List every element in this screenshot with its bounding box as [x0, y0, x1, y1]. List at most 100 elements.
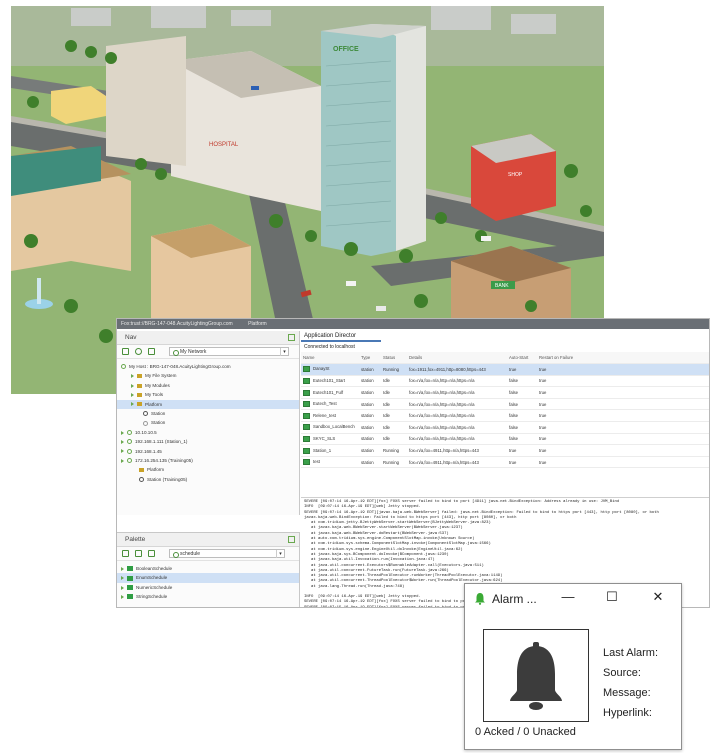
- tree-node-station[interactable]: Station (Training05): [117, 475, 299, 484]
- alarm-titlebar[interactable]: Alarm ... — ☐ ✕: [465, 584, 681, 614]
- table-row[interactable]: Station_1 station Running fox=n/a,fox=4911,…: [301, 444, 709, 457]
- composite-screen: HOSPITAL OFFICE SHOP BANK Fox:trust://BR…: [0, 0, 710, 753]
- expand-icon[interactable]: [121, 594, 124, 599]
- chevron-down-icon[interactable]: ▾: [276, 550, 284, 558]
- cell-restart: true: [537, 363, 709, 376]
- cell-status: Idle: [381, 398, 407, 411]
- table-row[interactable]: Sandbox_LocalBench station Idle fox=n/a,fox…: [301, 421, 709, 434]
- col-auto-start[interactable]: Auto-Start: [507, 352, 537, 365]
- palette-item[interactable]: NumericSchedule: [117, 583, 299, 592]
- tree-node-station[interactable]: Station: [117, 418, 299, 427]
- station-app-icon: [303, 389, 310, 396]
- station-icon: [143, 411, 148, 417]
- col-restart[interactable]: Restart on Failure: [537, 352, 709, 365]
- expand-icon[interactable]: [131, 392, 134, 397]
- expand-icon[interactable]: [131, 402, 134, 407]
- cell-restart: true: [537, 375, 709, 388]
- col-name[interactable]: Name: [301, 352, 359, 365]
- station-app-icon: [303, 366, 310, 373]
- palette-options-icon[interactable]: [148, 550, 155, 557]
- expand-icon[interactable]: [121, 576, 124, 581]
- cell-auto-start: false: [507, 421, 537, 434]
- maximize-button[interactable]: ☐: [603, 589, 621, 605]
- station-app-icon: [303, 459, 310, 466]
- home-icon[interactable]: [148, 348, 155, 355]
- palette-item[interactable]: StringSchedule: [117, 592, 299, 601]
- alarm-bell-panel[interactable]: [483, 629, 589, 722]
- cell-status: Running: [381, 456, 407, 469]
- cell-auto-start: false: [507, 433, 537, 446]
- col-details[interactable]: Details: [407, 352, 507, 365]
- palette-select[interactable]: schedule ▾: [169, 549, 285, 558]
- table-row[interactable]: DanaySt station Running fox=1911,fox=4911,h…: [301, 363, 709, 376]
- palette-item[interactable]: EnumSchedule: [117, 573, 299, 583]
- chevron-down-icon[interactable]: ▾: [280, 348, 288, 356]
- tree-node-host[interactable]: 10.10.10.5: [117, 428, 299, 437]
- minimize-button[interactable]: —: [559, 589, 577, 604]
- table-row[interactable]: Eutech101_Start station Idle fox=n/a,fox=n/…: [301, 375, 709, 388]
- expand-icon[interactable]: [121, 449, 124, 454]
- expand-icon[interactable]: [131, 383, 134, 388]
- maximize-sidebar-icon[interactable]: [288, 334, 295, 341]
- palette-select-value: schedule: [180, 551, 201, 557]
- tree-node-platform[interactable]: Platform: [117, 399, 299, 409]
- table-row[interactable]: Eutech_Test station Idle fox=n/a,fox=n/a,ht…: [301, 398, 709, 411]
- table-row[interactable]: SKYC_SLS station Idle fox=n/a,fox=n/a,http=…: [301, 433, 709, 446]
- cell-type: station: [359, 363, 381, 376]
- expand-icon[interactable]: [131, 374, 134, 379]
- expand-icon[interactable]: [121, 458, 124, 463]
- palette-item[interactable]: BooleanSchedule: [117, 564, 299, 573]
- tree-node-platform[interactable]: Platform: [117, 465, 299, 474]
- nav-toolbar: My Network ▾: [117, 345, 299, 359]
- schedule-icon: [127, 594, 133, 600]
- palette-sidebar: Palette schedule ▾ BooleanSchedule EnumS…: [117, 532, 300, 607]
- expand-icon[interactable]: [121, 585, 124, 590]
- schedule-icon: [127, 566, 133, 572]
- tree-node-file-system[interactable]: My File System: [117, 371, 299, 380]
- workbench-locator-bar[interactable]: Fox:trust://BRG-147-048.AcuityLightingGr…: [117, 319, 709, 329]
- tree-node-tools[interactable]: My Tools: [117, 390, 299, 399]
- cell-name: test: [301, 456, 359, 469]
- refresh-icon[interactable]: [135, 348, 142, 355]
- locator-current[interactable]: Platform: [248, 321, 267, 327]
- tree-node-host[interactable]: 192.168.1.111 (Station_1): [117, 437, 299, 446]
- table-row[interactable]: Relene_test station Idle fox=n/a,fox=n/a,ht…: [301, 409, 709, 423]
- cell-status: Idle: [381, 421, 407, 434]
- cell-auto-start: true: [507, 363, 537, 376]
- cell-details: fox=n/a,fox=4911,http=n/a,https=443: [407, 444, 507, 457]
- network-select[interactable]: My Network ▾: [169, 347, 289, 356]
- cell-auto-start: false: [507, 386, 537, 399]
- col-status[interactable]: Status: [381, 352, 407, 365]
- expand-icon[interactable]: [121, 566, 124, 571]
- maximize-sidebar-icon[interactable]: [288, 536, 295, 543]
- alarm-title: Alarm ...: [492, 592, 537, 606]
- host-icon: [127, 430, 132, 436]
- tab-application-director[interactable]: Application Director: [301, 331, 381, 342]
- tree-node-station[interactable]: Station: [117, 409, 299, 418]
- nav-header: Nav: [117, 331, 299, 345]
- folder-icon: [137, 383, 142, 388]
- tree-node-modules[interactable]: My Modules: [117, 381, 299, 390]
- table-row[interactable]: test station Running fox=n/a,fox=4911,http=…: [301, 456, 709, 469]
- close-button[interactable]: ✕: [649, 589, 667, 605]
- table-row[interactable]: Eutech101_Fulf station Idle fox=n/a,fox=n/a…: [301, 386, 709, 399]
- host-icon: [127, 448, 132, 454]
- cell-details: fox=n/a,fox=n/a,http=n/a,https=n/a: [407, 398, 507, 411]
- expand-icon[interactable]: [121, 439, 124, 444]
- expand-icon[interactable]: [121, 430, 124, 435]
- message-label: Message:: [603, 687, 651, 699]
- cell-restart: true: [537, 386, 709, 399]
- col-type[interactable]: Type: [359, 352, 381, 365]
- open-palette-icon[interactable]: [122, 550, 129, 557]
- cell-details: fox=n/a,fox=n/a,http=n/a,https=n/a: [407, 421, 507, 434]
- tree-node-host[interactable]: 192.168.1.45: [117, 447, 299, 456]
- close-palette-icon[interactable]: [135, 550, 142, 557]
- tree-node-host[interactable]: 172.16.254.135 (Training05): [117, 456, 299, 465]
- new-tree-icon[interactable]: [122, 348, 129, 355]
- cell-type: station: [359, 433, 381, 446]
- schedule-icon: [127, 575, 133, 581]
- station-icon: [139, 476, 144, 482]
- tree-node-host[interactable]: My Host : BRG-147-048.AcuityLightingGrou…: [117, 362, 299, 371]
- cell-type: station: [359, 375, 381, 388]
- locator-path[interactable]: Fox:trust://BRG-147-048.AcuityLightingGr…: [121, 321, 233, 327]
